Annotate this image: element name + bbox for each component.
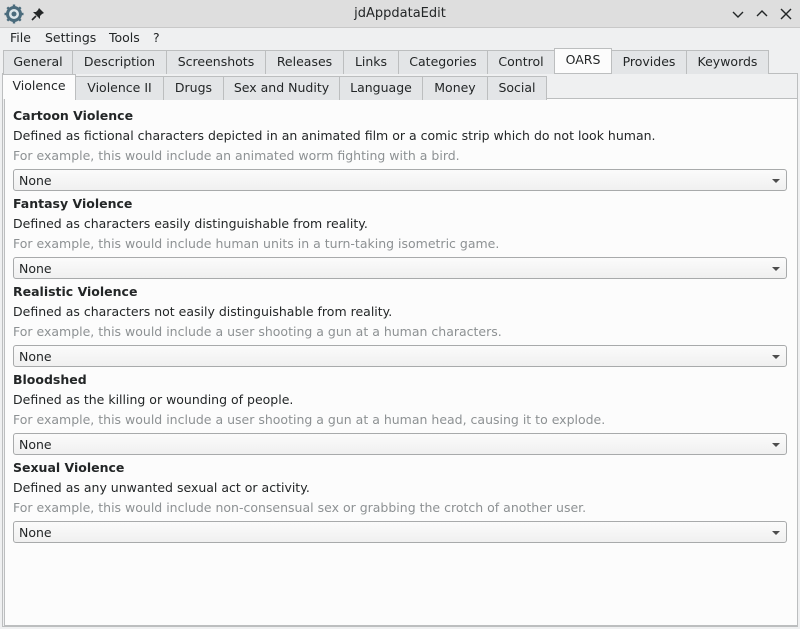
tab-keywords[interactable]: Keywords	[686, 50, 769, 74]
select-value: None	[19, 261, 52, 276]
close-icon[interactable]	[777, 5, 795, 23]
section-example: For example, this would include a user s…	[13, 412, 606, 427]
select-value: None	[19, 349, 52, 364]
tab-violence[interactable]: Violence	[2, 74, 76, 99]
section-title: Cartoon Violence	[13, 108, 134, 123]
section-description: Defined as characters not easily disting…	[13, 304, 393, 319]
tab-sex-and-nudity[interactable]: Sex and Nudity	[223, 76, 340, 100]
dropdown-arrow-icon	[772, 267, 780, 271]
section-example: For example, this would include human un…	[13, 236, 500, 251]
section-example: For example, this would include an anima…	[13, 148, 460, 163]
tab-screenshots[interactable]: Screenshots	[166, 50, 266, 74]
select-value: None	[19, 525, 52, 540]
cartoon-violence-select[interactable]: None	[13, 169, 787, 191]
minimize-chevron-icon[interactable]	[729, 5, 747, 23]
dropdown-arrow-icon	[772, 355, 780, 359]
tab-violence-ii[interactable]: Violence II	[75, 76, 164, 100]
maximize-chevron-icon[interactable]	[753, 5, 771, 23]
tab-language[interactable]: Language	[339, 76, 423, 100]
tab-links[interactable]: Links	[343, 50, 399, 74]
menu-bar: File Settings Tools ?	[0, 28, 800, 48]
section-title: Sexual Violence	[13, 460, 125, 475]
menu-settings[interactable]: Settings	[45, 30, 96, 45]
tab-releases[interactable]: Releases	[265, 50, 344, 74]
window-title: jdAppdataEdit	[354, 6, 446, 21]
menu-help[interactable]: ?	[153, 30, 160, 45]
fantasy-violence-select[interactable]: None	[13, 257, 787, 279]
dropdown-arrow-icon	[772, 179, 780, 183]
tab-categories[interactable]: Categories	[398, 50, 488, 74]
bloodshed-select[interactable]: None	[13, 433, 787, 455]
section-title: Realistic Violence	[13, 284, 138, 299]
section-example: For example, this would include a user s…	[13, 324, 502, 339]
realistic-violence-select[interactable]: None	[13, 345, 787, 367]
sexual-violence-select[interactable]: None	[13, 521, 787, 543]
section-title: Fantasy Violence	[13, 196, 133, 211]
dropdown-arrow-icon	[772, 443, 780, 447]
menu-tools[interactable]: Tools	[109, 30, 140, 45]
tab-drugs[interactable]: Drugs	[163, 76, 224, 100]
tab-provides[interactable]: Provides	[611, 50, 687, 74]
tab-description[interactable]: Description	[72, 50, 167, 74]
select-value: None	[19, 437, 52, 452]
title-bar[interactable]: jdAppdataEdit	[0, 0, 800, 28]
section-example: For example, this would include non-cons…	[13, 500, 587, 515]
section-title: Bloodshed	[13, 372, 87, 387]
tab-general[interactable]: General	[3, 50, 73, 74]
section-description: Defined as fictional characters depicted…	[13, 128, 656, 143]
menu-file[interactable]: File	[10, 30, 31, 45]
tab-control[interactable]: Control	[487, 50, 555, 74]
tab-social[interactable]: Social	[487, 76, 547, 100]
section-description: Defined as any unwanted sexual act or ac…	[13, 480, 310, 495]
select-value: None	[19, 173, 52, 188]
tab-money[interactable]: Money	[422, 76, 488, 100]
tab-oars[interactable]: OARS	[554, 48, 612, 73]
section-description: Defined as the killing or wounding of pe…	[13, 392, 294, 407]
section-description: Defined as characters easily distinguish…	[13, 216, 368, 231]
dropdown-arrow-icon	[772, 531, 780, 535]
